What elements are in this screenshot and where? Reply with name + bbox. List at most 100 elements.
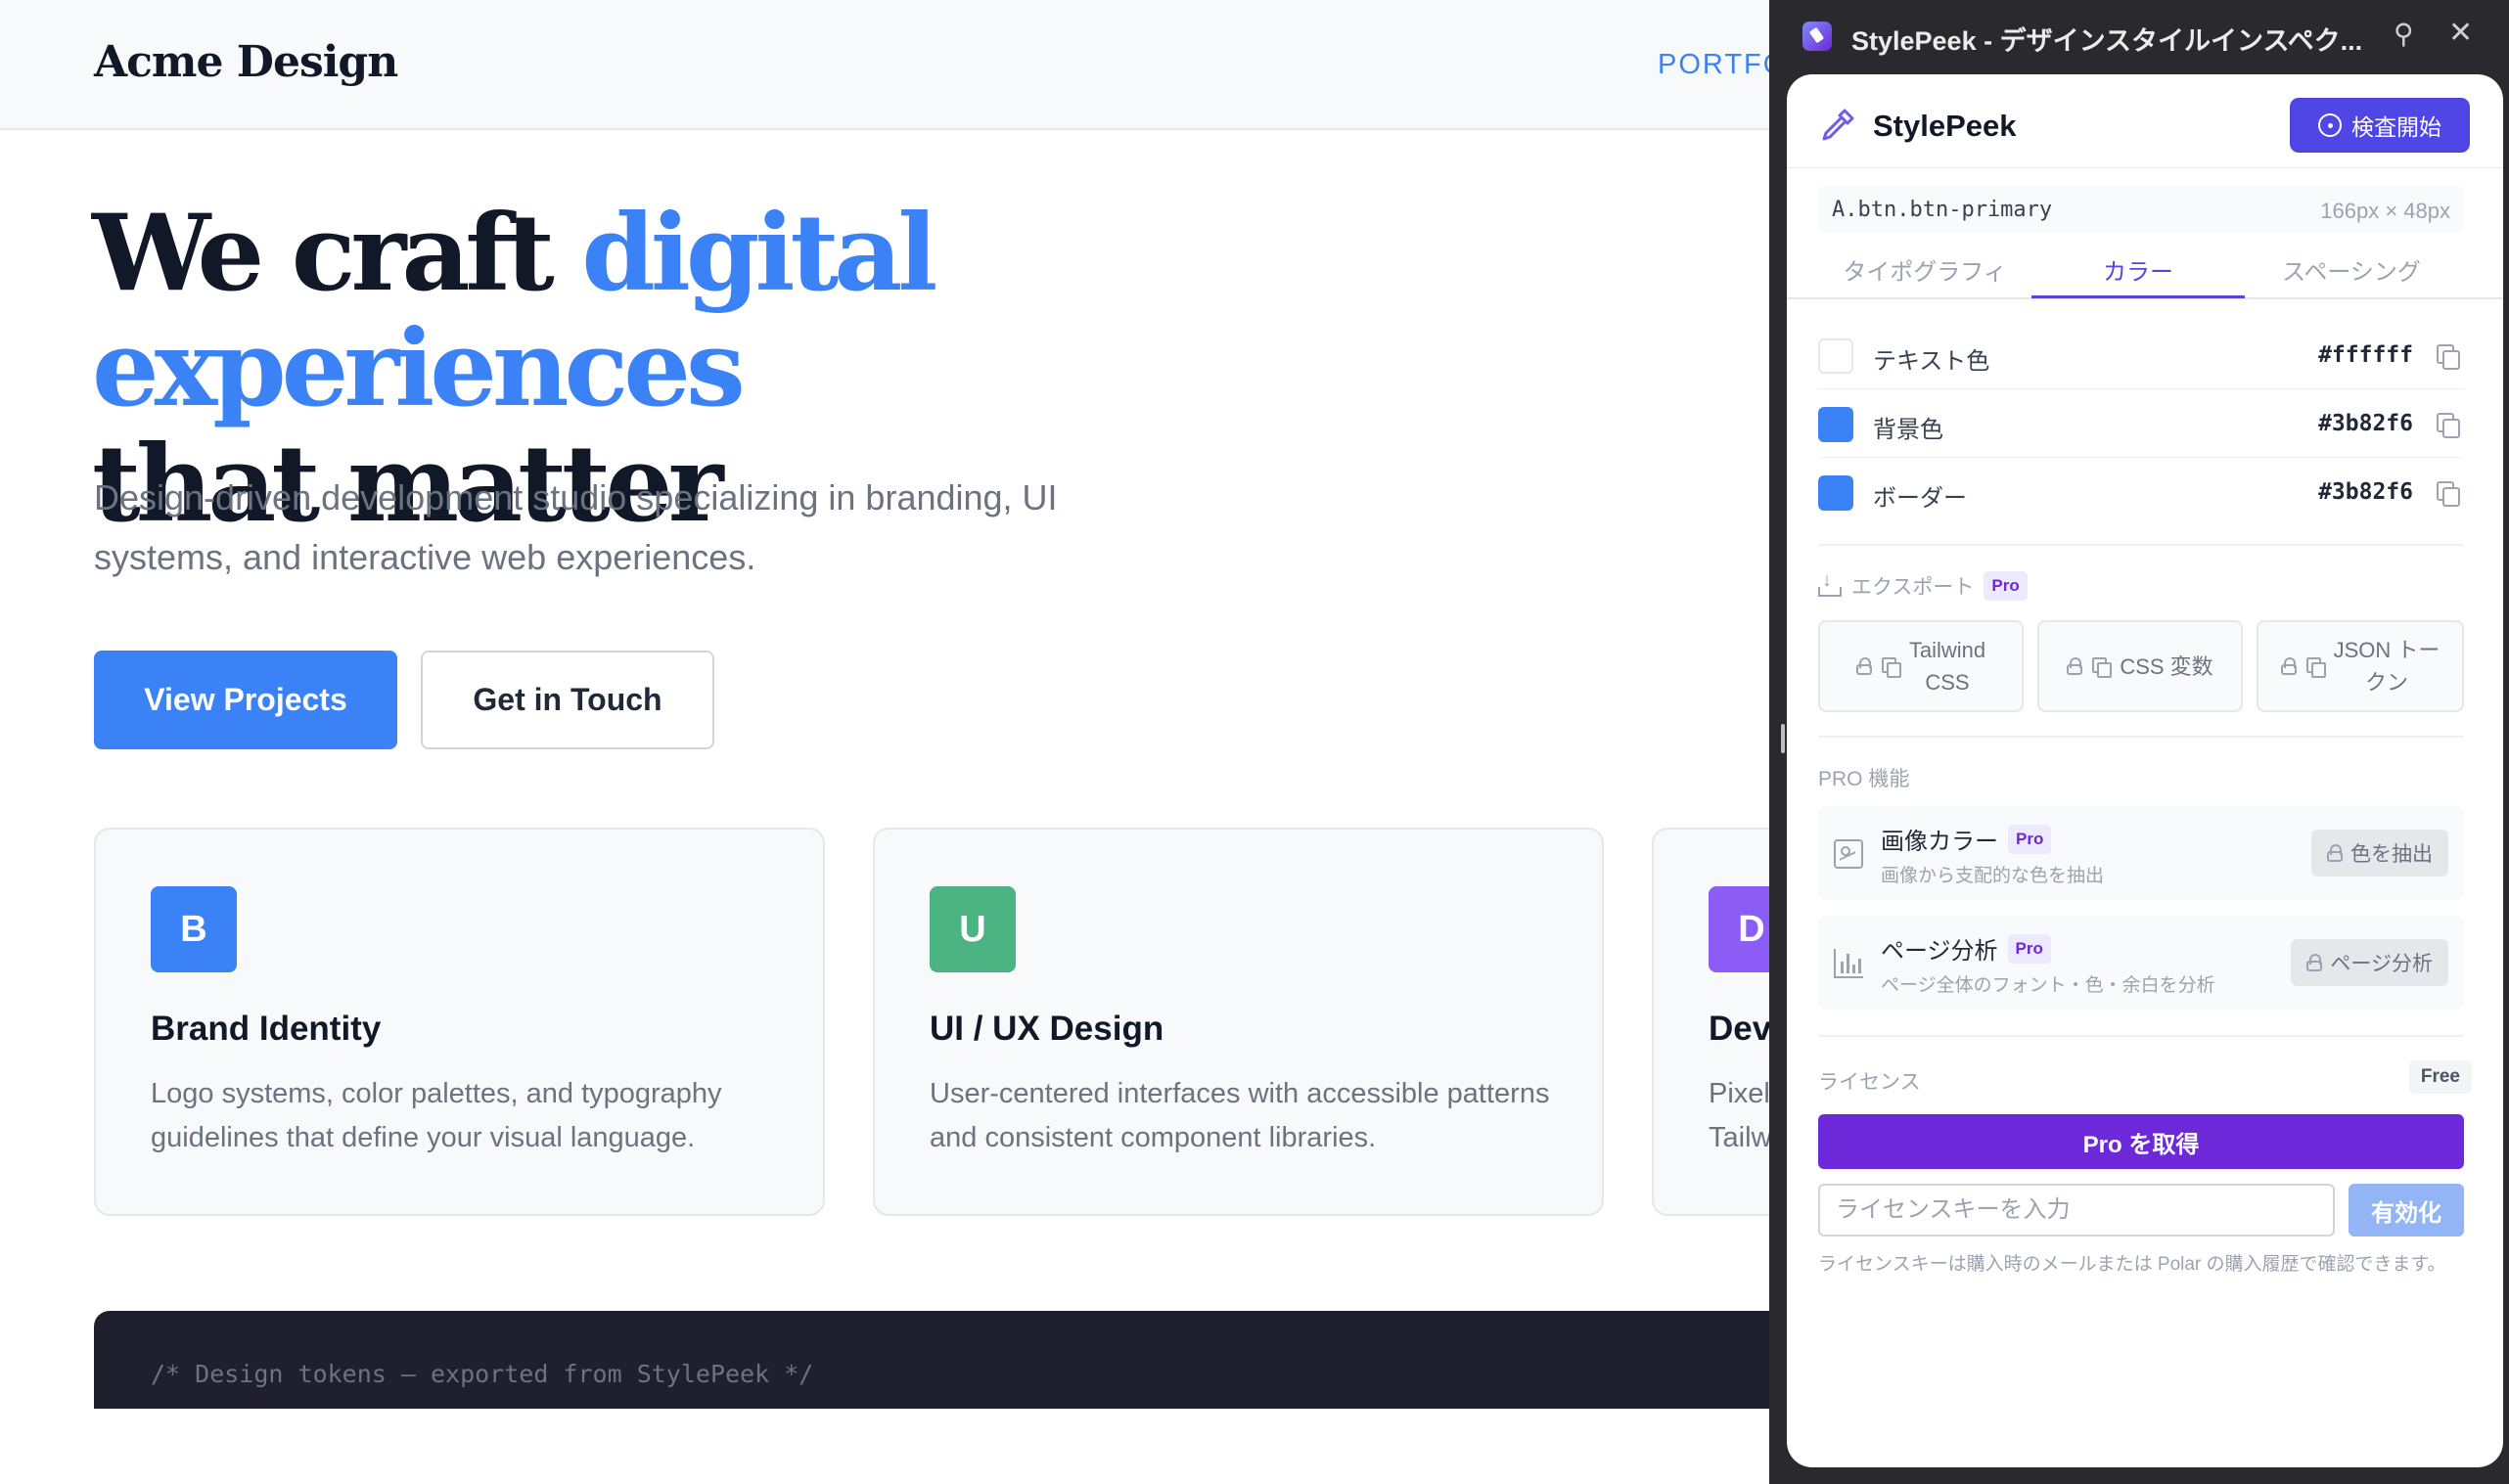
copy-icon [1881, 657, 1901, 678]
export-label-line1: Tailwind [1908, 638, 1986, 662]
code-block: /* Design tokens — exported from StylePe… [94, 1311, 1769, 1409]
color-swatch [1818, 338, 1853, 374]
copy-icon[interactable] [2437, 413, 2460, 438]
lock-icon [2306, 954, 2323, 971]
site-header: Acme Design PORTFO [0, 0, 1769, 130]
export-label-line1: JSON トー [2333, 638, 2441, 662]
pin-icon[interactable]: ⚲ [2394, 18, 2414, 50]
export-button-label: CSS 変数 [2120, 653, 2213, 679]
card-title: Dev [1709, 1010, 1769, 1048]
feature-title: ページ分析 Pro [1881, 931, 2051, 966]
resize-handle[interactable] [1781, 724, 1785, 753]
card-title: Brand Identity [151, 1010, 382, 1048]
view-projects-button[interactable]: View Projects [94, 651, 397, 749]
active-tab-indicator [2031, 295, 2245, 298]
style-tabs: タイポグラフィ カラー スペーシング [1787, 241, 2503, 299]
divider [1818, 544, 2464, 546]
feature-description: 画像から支配的な色を抽出 [1881, 866, 2105, 886]
page-analysis-label: ページ分析 [2330, 953, 2433, 975]
copy-icon[interactable] [2437, 481, 2460, 507]
copy-icon [2092, 657, 2113, 678]
download-icon [1818, 569, 1842, 597]
hero-subtitle: Design-driven development studio special… [94, 477, 1058, 577]
window-title: StylePeek - デザインスタイルインスペク... [1851, 26, 2363, 56]
license-label: ライセンス [1818, 1071, 1921, 1094]
feature-title: 画像カラー Pro [1881, 822, 2052, 856]
selected-element-selector: A.btn.btn-primary [1832, 198, 2053, 222]
feature-title-text: 画像カラー [1881, 829, 1998, 855]
tab-spacing[interactable]: スペーシング [2245, 252, 2458, 287]
code-comment: /* Design tokens — exported from StylePe… [151, 1360, 814, 1388]
export-button-label: JSON トー クン [2334, 634, 2441, 698]
card-title: UI / UX Design [930, 1010, 1164, 1048]
panel-header: StylePeek 検査開始 [1787, 74, 2503, 168]
hero-title-start: We craft [92, 192, 582, 315]
stylepeek-panel: StylePeek 検査開始 A.btn.btn-primary 166px ×… [1787, 74, 2503, 1467]
app-icon [1802, 22, 1832, 51]
license-note: ライセンスキーは購入時のメールまたは Polar の購入履歴で確認できます。 [1818, 1254, 2446, 1275]
card-description: Pixel Tailw [1709, 1078, 1769, 1153]
close-icon[interactable]: ✕ [2448, 16, 2473, 50]
export-button-label: Tailwind CSS [1909, 634, 1985, 698]
color-row-border: ボーダー #3b82f6 [1818, 458, 2464, 526]
card-badge: B [151, 886, 237, 972]
card-badge: D [1709, 886, 1769, 972]
nav-link-portfolio[interactable]: PORTFO [1658, 49, 1769, 81]
extract-colors-button[interactable]: 色を抽出 [2311, 830, 2448, 877]
feature-image-color: 画像カラー Pro 画像から支配的な色を抽出 色を抽出 [1818, 806, 2464, 900]
export-label-line2: CSS [1925, 670, 1970, 695]
lock-icon [2327, 844, 2343, 862]
tab-color[interactable]: カラー [2031, 252, 2245, 287]
card-description: User-centered interfaces with accessible… [930, 1078, 1550, 1153]
activate-button[interactable]: 有効化 [2349, 1184, 2464, 1237]
color-row-text: テキスト色 #ffffff [1818, 321, 2464, 389]
feature-description: ページ全体のフォント・色・余白を分析 [1881, 975, 2215, 996]
image-icon [1834, 839, 1863, 869]
service-card-dev[interactable]: D Dev Pixel Tailw [1652, 828, 1769, 1216]
color-swatch [1818, 407, 1853, 442]
color-label: 背景色 [1873, 417, 1943, 443]
site-logo[interactable]: Acme Design [94, 37, 398, 87]
lock-icon [1855, 657, 1872, 675]
stylepeek-window: StylePeek - デザインスタイルインスペク... ⚲ ✕ StylePe… [1769, 0, 2509, 1484]
pro-badge: Pro [2007, 933, 2051, 964]
export-section-label: エクスポート Pro [1818, 569, 2028, 601]
export-label-line2: クン [2364, 670, 2408, 695]
export-css-variables-button[interactable]: CSS 変数 [2037, 620, 2243, 712]
export-tailwind-button[interactable]: Tailwind CSS [1818, 620, 2024, 712]
service-card-uiux[interactable]: U UI / UX Design User-centered interface… [873, 828, 1604, 1216]
pro-features-label: PRO 機能 [1818, 768, 1910, 790]
lock-icon [2067, 657, 2083, 675]
feature-page-analysis: ページ分析 Pro ページ全体のフォント・色・余白を分析 ページ分析 [1818, 916, 2464, 1010]
page-analysis-button[interactable]: ページ分析 [2291, 939, 2448, 986]
export-label: エクスポート [1851, 576, 1975, 599]
copy-icon[interactable] [2437, 344, 2460, 370]
divider [1818, 736, 2464, 738]
pro-badge: Pro [1984, 571, 2028, 601]
color-swatch [1818, 475, 1853, 511]
tab-typography[interactable]: タイポグラフィ [1818, 252, 2031, 287]
get-pro-button[interactable]: Pro を取得 [1818, 1114, 2464, 1169]
extract-colors-label: 色を抽出 [2350, 843, 2433, 866]
license-key-input[interactable] [1818, 1184, 2335, 1237]
export-json-tokens-button[interactable]: JSON トー クン [2257, 620, 2464, 712]
color-hex: #ffffff [2318, 342, 2413, 368]
crosshair-icon [2318, 113, 2342, 137]
get-in-touch-button[interactable]: Get in Touch [421, 651, 714, 749]
color-label: テキスト色 [1873, 348, 1990, 375]
color-row-background: 背景色 #3b82f6 [1818, 389, 2464, 458]
start-inspect-label: 検査開始 [2351, 114, 2441, 140]
panel-app-name: StylePeek [1873, 109, 2017, 143]
license-tier-badge: Free [2408, 1060, 2472, 1094]
service-card-brand[interactable]: B Brand Identity Logo systems, color pal… [94, 828, 825, 1216]
card-description: Logo systems, color palettes, and typogr… [151, 1078, 722, 1153]
copy-icon [2305, 657, 2326, 678]
selected-element-bar: A.btn.btn-primary 166px × 48px [1818, 186, 2464, 233]
card-badge: U [930, 886, 1016, 972]
color-label: ボーダー [1873, 485, 1967, 512]
window-titlebar[interactable]: StylePeek - デザインスタイルインスペク... ⚲ ✕ [1769, 0, 2509, 72]
pro-badge: Pro [2008, 824, 2052, 854]
bar-chart-icon [1834, 949, 1863, 978]
start-inspect-button[interactable]: 検査開始 [2290, 98, 2470, 153]
eyedropper-icon [1822, 109, 1854, 141]
